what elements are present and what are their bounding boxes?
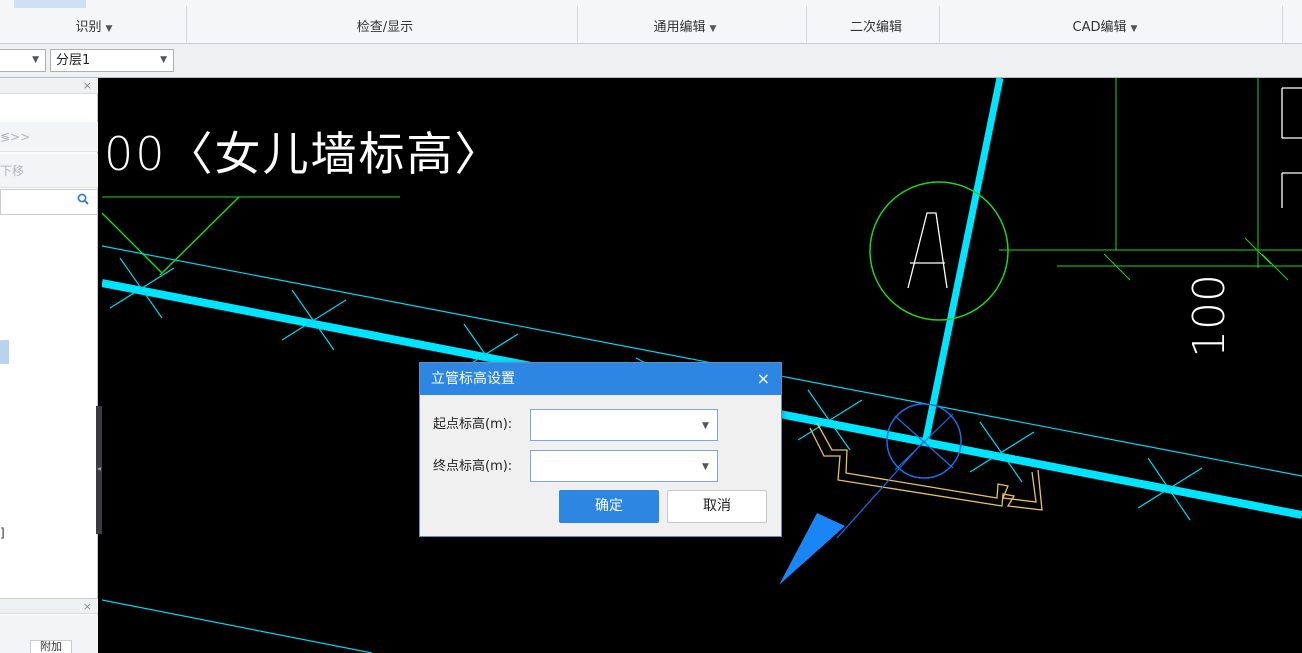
- close-icon[interactable]: ×: [83, 78, 92, 94]
- start-elevation-input[interactable]: [530, 409, 718, 441]
- axis-label-glyph: [907, 212, 948, 289]
- panel-row-label: ≶>>: [0, 130, 31, 144]
- collapse-arrow-icon[interactable]: ◂: [97, 464, 101, 473]
- vertical-dimension-text: 100: [1184, 274, 1235, 358]
- panel-row-expand[interactable]: ≶>>: [0, 122, 98, 152]
- cancel-button[interactable]: 取消: [667, 490, 767, 523]
- axis-bubble: [869, 181, 1009, 321]
- end-elevation-input[interactable]: [530, 450, 718, 482]
- direction-arrow-head: [779, 513, 845, 585]
- selected-list-item[interactable]: [0, 340, 9, 364]
- close-icon[interactable]: ×: [83, 599, 92, 615]
- group-divider: [1282, 6, 1283, 42]
- ribbon-selected-tool[interactable]: [14, 0, 86, 8]
- layer-select[interactable]: 分层1 ▼: [50, 49, 174, 72]
- ribbon-group-label: CAD编辑: [1072, 20, 1127, 35]
- dimension-tick: [1261, 253, 1289, 281]
- ribbon-group-general-edit[interactable]: 通用编辑 ▼: [630, 18, 740, 38]
- ribbon-group-label: 识别: [75, 20, 102, 35]
- search-icon[interactable]: [77, 193, 89, 209]
- list-item-fragment: ]: [0, 526, 5, 540]
- move-down-button[interactable]: 下移: [0, 154, 98, 188]
- riser-pipe[interactable]: [921, 78, 1004, 445]
- ok-button[interactable]: 确定: [559, 490, 659, 523]
- parapet-elevation-text: 00〈女儿墙标高〉: [104, 127, 503, 181]
- attach-button[interactable]: 附加: [30, 640, 72, 653]
- start-elevation-label: 起点标高(m):: [433, 417, 513, 432]
- ribbon-group-secondary-edit[interactable]: 二次编辑: [826, 18, 926, 38]
- end-elevation-label: 终点标高(m):: [433, 459, 513, 474]
- chevron-down-icon: ▼: [709, 24, 717, 34]
- ribbon-group-check-display[interactable]: 检查/显示: [330, 18, 440, 38]
- layer-bar: ▼ 分层1 ▼: [0, 44, 1302, 78]
- chevron-down-icon[interactable]: ▼: [702, 421, 709, 431]
- panel2-header: ×: [0, 598, 98, 614]
- dialog-title-bar[interactable]: 立管标高设置 ×: [420, 363, 781, 395]
- ribbon-group-label: 通用编辑: [653, 20, 706, 35]
- chevron-down-icon: ▼: [1130, 24, 1138, 34]
- direction-arrow-shaft: [836, 440, 925, 539]
- ribbon-toolbar: 识别 ▼ 检查/显示 通用编辑 ▼ 二次编辑 CAD编辑 ▼: [0, 0, 1302, 44]
- group-divider: [186, 6, 187, 42]
- dialog-title: 立管标高设置: [431, 371, 515, 387]
- green-leader-line: [102, 212, 163, 274]
- pipe-edge-line: [102, 599, 373, 653]
- chevron-down-icon: ▼: [160, 55, 167, 65]
- panel-header: ×: [0, 78, 98, 94]
- close-icon[interactable]: ×: [757, 363, 770, 395]
- riser-elevation-dialog: 立管标高设置 × 起点标高(m): ▼ 终点标高(m): ▼ 确定 取消: [419, 362, 782, 537]
- ribbon-group-recognize[interactable]: 识别 ▼: [58, 18, 130, 38]
- ribbon-group-label: 二次编辑: [849, 20, 902, 35]
- floor-select[interactable]: ▼: [0, 49, 46, 72]
- ribbon-group-label: 检查/显示: [356, 20, 414, 35]
- green-leader-line: [159, 196, 240, 276]
- dimension-tick: [1103, 253, 1131, 281]
- ribbon-top-strip: [0, 0, 1302, 10]
- group-divider: [939, 6, 940, 42]
- layer-select-value: 分层1: [56, 53, 91, 68]
- left-panel: × ≶>> 下移 ] × 附加: [0, 78, 98, 653]
- move-down-label: 下移: [0, 164, 25, 178]
- group-divider: [577, 6, 578, 42]
- axis-label-text: A: [102, 78, 111, 82]
- search-input[interactable]: [0, 189, 98, 215]
- edge-text-fragment: [1281, 87, 1302, 208]
- group-divider: [806, 6, 807, 42]
- chevron-down-icon[interactable]: ▼: [702, 462, 709, 472]
- ribbon-group-cad-edit[interactable]: CAD编辑 ▼: [1050, 18, 1160, 38]
- chevron-down-icon: ▼: [105, 24, 113, 34]
- chevron-down-icon: ▼: [32, 55, 39, 65]
